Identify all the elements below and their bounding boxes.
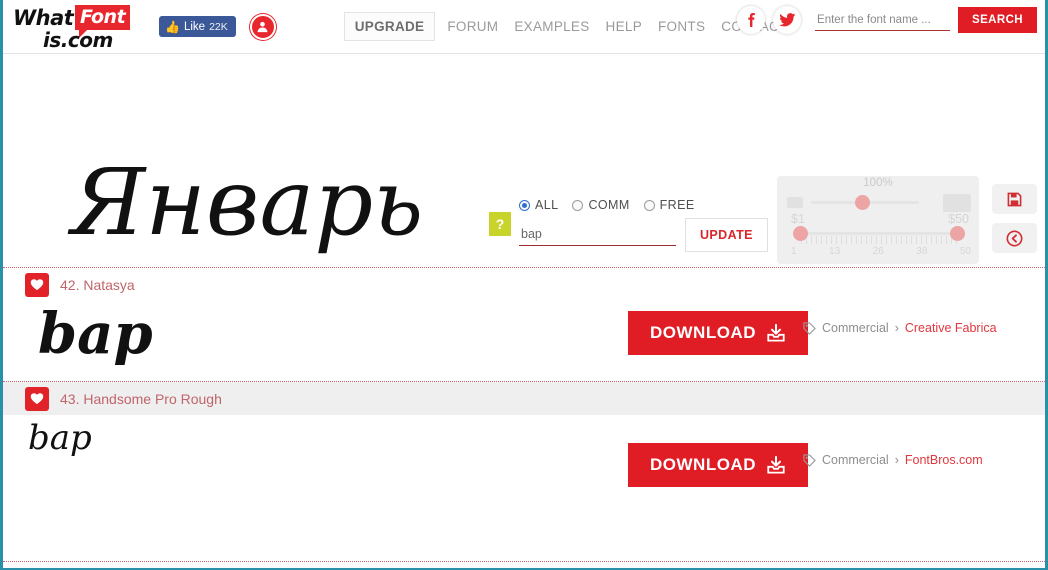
price-min-label: $1	[791, 212, 805, 226]
font-sample-preview: bap	[33, 295, 203, 375]
logo-text-is: is.com	[43, 27, 113, 52]
preview-image-text: Январь	[67, 149, 423, 256]
result-body: bap DOWNLOAD Commercial › FontBros.com	[3, 415, 1045, 495]
tag-icon	[803, 453, 816, 467]
download-button[interactable]: DOWNLOAD	[628, 443, 808, 487]
license-type: Commercial	[822, 453, 889, 467]
glyph-text-input[interactable]	[519, 224, 676, 246]
radio-dot-icon	[643, 199, 655, 211]
download-button[interactable]: DOWNLOAD	[628, 311, 808, 355]
price-slider-handle-max[interactable]	[950, 226, 965, 241]
logo-text-what: What	[13, 5, 74, 30]
user-circle-icon[interactable]	[249, 13, 276, 40]
zoom-price-slider-panel[interactable]: 100% $1 $50 1 13 26 38 50	[777, 176, 979, 264]
license-info: Commercial › Creative Fabrica	[803, 321, 997, 335]
zoom-percent-label: 100%	[863, 177, 893, 189]
price-tick-3: 26	[872, 246, 884, 257]
download-tray-icon	[767, 323, 785, 342]
zoom-small-icon	[787, 197, 803, 208]
search-field-wrap	[815, 10, 951, 31]
price-slider-handle-min[interactable]	[793, 226, 808, 241]
license-info: Commercial › FontBros.com	[803, 453, 983, 467]
license-vendor-link[interactable]: Creative Fabrica	[905, 321, 997, 335]
download-label: DOWNLOAD	[650, 323, 756, 342]
facebook-like-button[interactable]: 👍 Like 22K	[159, 16, 236, 37]
help-question-icon[interactable]: ?	[489, 212, 511, 236]
license-radio-group: ALL COMM FREE	[519, 198, 695, 212]
update-button[interactable]: UPDATE	[685, 218, 768, 252]
browser-viewport: What Font is.com 👍 Like 22K UPGRADE FORU…	[0, 0, 1048, 570]
facebook-icon[interactable]	[737, 6, 766, 34]
radio-label-comm: COMM	[588, 198, 630, 212]
favorite-heart-icon[interactable]	[25, 386, 49, 411]
nav-item-upgrade[interactable]: UPGRADE	[343, 12, 436, 41]
radio-label-all: ALL	[535, 198, 559, 212]
radio-option-free[interactable]: FREE	[643, 198, 695, 212]
result-row-42: 42. Natasya bap DOWNLOAD Commercial › Cr…	[3, 268, 1045, 381]
price-tick-4: 38	[916, 246, 928, 257]
site-logo[interactable]: What Font is.com	[13, 4, 131, 52]
price-tick-2: 13	[829, 246, 841, 257]
price-slider-track[interactable]	[801, 232, 957, 235]
price-tick-1: 1	[791, 246, 797, 257]
tag-icon	[803, 321, 816, 335]
font-sample-preview: bap	[25, 411, 145, 471]
header-right-group: SEARCH	[737, 6, 1037, 34]
font-sample-text: bap	[38, 301, 153, 367]
price-tick-5: 50	[959, 246, 971, 257]
nav-item-help[interactable]: HELP	[598, 14, 650, 39]
thumbs-up-icon: 👍	[165, 19, 180, 34]
uploaded-image-preview[interactable]: Январь	[63, 142, 433, 262]
favorite-heart-icon[interactable]	[25, 272, 49, 297]
price-scale-labels: 1 13 26 38 50	[791, 246, 971, 257]
result-body: bap DOWNLOAD Commercial › Creative Fabri	[3, 301, 1045, 381]
preview-section: Январь ? ALL COMM FREE UPDATE	[3, 54, 1045, 267]
radio-label-free: FREE	[659, 198, 695, 212]
price-max-label: $50	[948, 212, 969, 226]
facebook-like-count: 22K	[209, 20, 228, 33]
back-arrow-icon[interactable]	[992, 223, 1037, 253]
license-type: Commercial	[822, 321, 889, 335]
font-sample-text: bap	[28, 418, 92, 458]
save-icon[interactable]	[992, 184, 1037, 214]
facebook-like-label: Like	[183, 20, 206, 33]
nav-item-forum[interactable]: FORUM	[439, 14, 506, 39]
license-separator: ›	[894, 453, 899, 467]
result-row-43: 43. Handsome Pro Rough bap DOWNLOAD Comm…	[3, 382, 1045, 495]
license-separator: ›	[894, 321, 899, 335]
radio-option-all[interactable]: ALL	[519, 198, 558, 212]
search-input[interactable]	[815, 10, 951, 31]
zoom-large-icon	[943, 194, 971, 212]
font-name-label[interactable]: 42. Natasya	[60, 277, 135, 293]
nav-item-fonts[interactable]: FONTS	[650, 14, 713, 39]
site-header: What Font is.com 👍 Like 22K UPGRADE FORU…	[3, 0, 1045, 54]
radio-dot-icon	[519, 199, 530, 211]
download-label: DOWNLOAD	[650, 455, 756, 474]
zoom-slider-handle[interactable]	[855, 195, 870, 210]
logo-text-font: Font	[75, 4, 131, 38]
result-header[interactable]: 43. Handsome Pro Rough	[3, 382, 1045, 415]
font-name-label[interactable]: 43. Handsome Pro Rough	[60, 391, 222, 407]
radio-dot-icon	[572, 199, 584, 211]
price-slider-ticks	[801, 236, 957, 244]
main-nav: UPGRADE FORUM EXAMPLES HELP FONTS CONTAC…	[343, 12, 796, 41]
license-vendor-link[interactable]: FontBros.com	[905, 453, 983, 467]
twitter-icon[interactable]	[773, 6, 802, 34]
result-divider-next	[3, 561, 1045, 562]
nav-item-examples[interactable]: EXAMPLES	[506, 14, 597, 39]
radio-option-comm[interactable]: COMM	[572, 198, 629, 212]
side-action-buttons	[992, 184, 1037, 253]
download-tray-icon	[767, 455, 785, 474]
search-button[interactable]: SEARCH	[958, 7, 1037, 33]
